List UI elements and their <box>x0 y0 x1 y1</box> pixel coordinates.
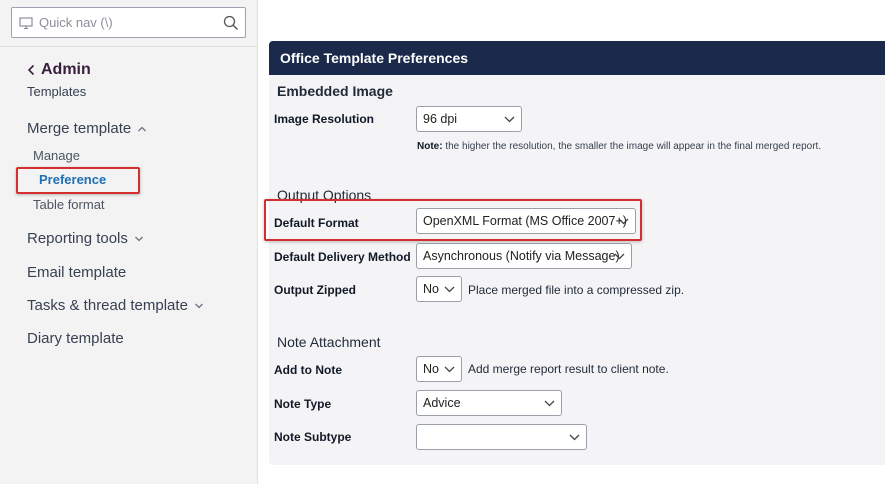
nav-merge-template[interactable]: Merge template <box>27 120 147 137</box>
add-to-note-label: Add to Note <box>274 363 342 377</box>
back-to-admin[interactable]: Admin <box>27 61 91 79</box>
delivery-method-label: Default Delivery Method <box>274 250 411 264</box>
panel-title: Office Template Preferences <box>280 50 469 66</box>
nav-tasks-thread-template[interactable]: Tasks & thread template <box>27 297 204 314</box>
add-to-note-select[interactable]: No <box>416 356 462 382</box>
monitor-icon <box>19 17 33 30</box>
chevron-down-icon <box>504 116 515 123</box>
highlight-box-default-format <box>264 199 642 241</box>
subnav-manage[interactable]: Manage <box>33 148 80 163</box>
quick-nav-search[interactable]: Quick nav (\) <box>11 7 246 38</box>
nav-merge-template-label: Merge template <box>27 120 132 137</box>
delivery-method-select[interactable]: Asynchronous (Notify via Message) <box>416 243 632 269</box>
image-resolution-label: Image Resolution <box>274 112 375 126</box>
breadcrumb: Templates <box>27 84 87 99</box>
nav-tasks-thread-template-label: Tasks & thread template <box>27 297 188 314</box>
output-zipped-hint: Place merged file into a compressed zip. <box>468 283 685 297</box>
nav-email-template[interactable]: Email template <box>27 264 126 281</box>
chevron-up-icon <box>138 126 147 131</box>
note-type-label: Note Type <box>274 397 332 411</box>
chevron-down-icon <box>444 286 455 293</box>
note-prefix: Note: <box>417 141 443 152</box>
admin-title: Admin <box>41 61 91 78</box>
output-zipped-select[interactable]: No <box>416 276 462 302</box>
subnav-table-format[interactable]: Table format <box>33 197 105 212</box>
chevron-down-icon <box>544 400 555 407</box>
sidebar-divider <box>0 46 258 47</box>
add-to-note-hint: Add merge report result to client note. <box>468 362 669 376</box>
chevron-down-icon <box>444 366 455 373</box>
note-subtype-select[interactable] <box>416 424 587 450</box>
chevron-down-icon <box>569 434 580 441</box>
sidebar: Quick nav (\) Admin Templates Merge temp… <box>0 0 258 484</box>
output-zipped-value: No <box>423 282 439 296</box>
nav-diary-template-label: Diary template <box>27 330 124 347</box>
note-subtype-label: Note Subtype <box>274 430 352 444</box>
image-resolution-value: 96 dpi <box>423 112 458 126</box>
nav-reporting-tools-label: Reporting tools <box>27 230 128 247</box>
resolution-note: Note: the higher the resolution, the sma… <box>417 141 821 152</box>
section-embedded-image: Embedded Image <box>277 83 393 99</box>
section-note-attachment: Note Attachment <box>277 334 381 350</box>
nav-diary-template[interactable]: Diary template <box>27 330 124 347</box>
delivery-method-value: Asynchronous (Notify via Message) <box>423 249 620 263</box>
nav-email-template-label: Email template <box>27 264 127 281</box>
image-resolution-select[interactable]: 96 dpi <box>416 106 522 132</box>
output-zipped-label: Output Zipped <box>274 283 356 297</box>
chevron-down-icon <box>134 236 143 241</box>
highlight-box-preference <box>16 167 140 194</box>
chevron-down-icon <box>614 253 625 260</box>
search-placeholder: Quick nav (\) <box>39 15 113 30</box>
add-to-note-value: No <box>423 362 439 376</box>
panel-header: Office Template Preferences <box>269 41 885 75</box>
note-type-value: Advice <box>423 396 461 410</box>
note-type-select[interactable]: Advice <box>416 390 562 416</box>
search-icon[interactable] <box>223 15 239 31</box>
nav-reporting-tools[interactable]: Reporting tools <box>27 230 144 247</box>
note-text: the higher the resolution, the smaller t… <box>442 141 822 152</box>
chevron-left-icon <box>27 64 35 76</box>
chevron-down-icon <box>194 303 203 308</box>
